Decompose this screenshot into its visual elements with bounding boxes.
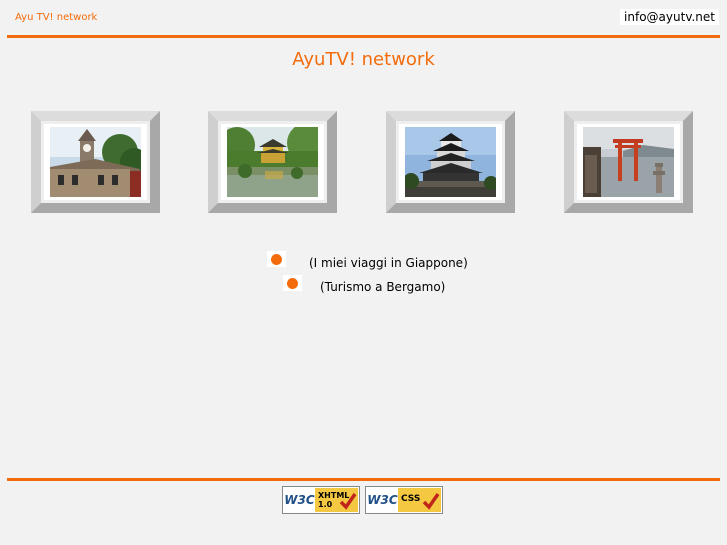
css-valid-badge[interactable]: W3C CSS — [365, 486, 443, 514]
bullet-dot-icon — [271, 254, 282, 265]
site-name[interactable]: Ayu TV! network — [15, 12, 97, 23]
link-giappone[interactable]: (I miei viaggi in Giappone) — [309, 256, 468, 270]
checkmark-icon — [339, 493, 357, 510]
photo-frame-4[interactable] — [564, 111, 693, 213]
bottom-divider — [7, 478, 720, 481]
w3c-logo: W3C — [284, 488, 315, 512]
bullet-2 — [283, 275, 302, 291]
torii-gate-photo[interactable] — [583, 127, 674, 197]
golden-pavilion-photo[interactable] — [227, 127, 318, 197]
bullet-1 — [267, 251, 286, 267]
page-title: AyuTV! network — [292, 49, 435, 70]
link-bergamo[interactable]: (Turismo a Bergamo) — [320, 280, 445, 294]
clock-tower-photo[interactable] — [50, 127, 141, 197]
xhtml-valid-badge[interactable]: W3C XHTML 1.0 — [282, 486, 360, 514]
w3c-logo: W3C — [367, 488, 398, 512]
photo-frame-3[interactable] — [386, 111, 515, 213]
top-divider — [7, 35, 720, 38]
castle-photo[interactable] — [405, 127, 496, 197]
checkmark-icon — [422, 493, 440, 510]
photo-frame-1[interactable] — [31, 111, 160, 213]
email-link[interactable]: info@ayutv.net — [620, 9, 719, 25]
bullet-dot-icon — [287, 278, 298, 289]
photo-frame-2[interactable] — [208, 111, 337, 213]
